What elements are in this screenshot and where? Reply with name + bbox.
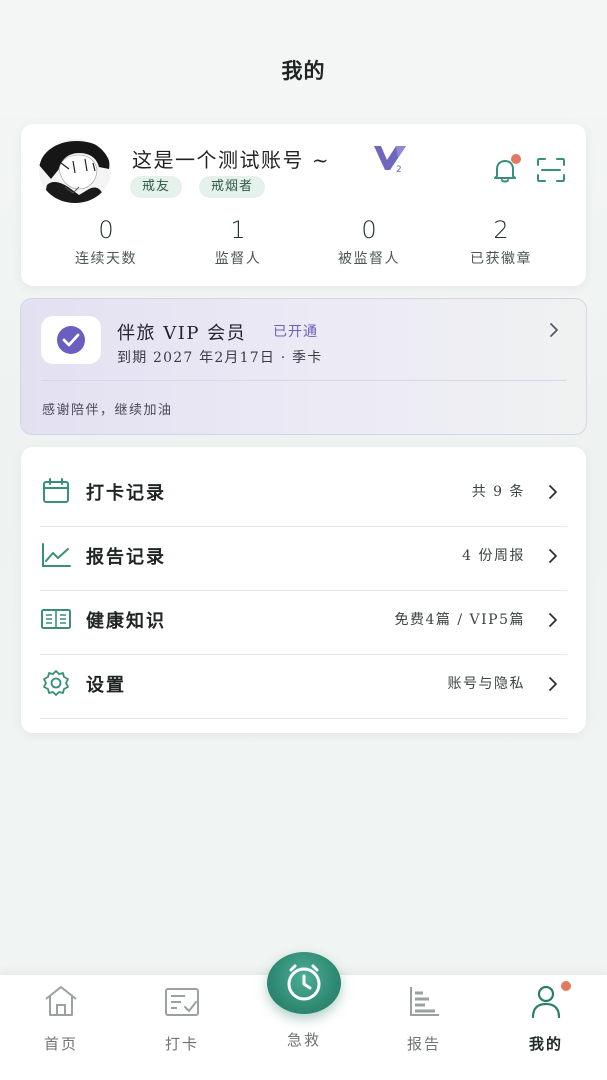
- vip-title: 伴旅 VIP 会员: [117, 323, 247, 344]
- emergency-label[interactable]: 急救: [264, 1029, 344, 1050]
- vip-thanks-note: 感谢陪伴，继续加油: [42, 403, 173, 418]
- stat-value: 0: [361, 216, 377, 244]
- avatar[interactable]: [39, 139, 111, 203]
- stat-label: 已获徽章: [470, 251, 532, 267]
- stat-supervised[interactable]: 0 被监督人: [309, 216, 429, 268]
- menu-item-settings[interactable]: 设置 账号与隐私: [40, 655, 567, 719]
- avatar-image: [39, 139, 111, 203]
- tab-report[interactable]: 报告: [384, 983, 464, 1054]
- stat-badges[interactable]: 2 已获徽章: [441, 216, 561, 268]
- page-title: 我的: [281, 58, 326, 83]
- vip-level-icon: 2: [374, 146, 406, 175]
- tab-home[interactable]: 首页: [21, 983, 101, 1054]
- username: 这是一个测试账号 ~: [132, 148, 331, 172]
- tab-label: 报告: [406, 1035, 441, 1053]
- book-icon: [41, 609, 71, 629]
- report-bars-icon: [410, 987, 439, 1016]
- menu-label: 设置: [86, 675, 126, 696]
- menu-item-report-records[interactable]: 报告记录 4 份周报: [40, 527, 567, 591]
- checkin-clipboard-icon: [165, 988, 199, 1016]
- trend-chart-icon: [42, 543, 71, 567]
- profile-card[interactable]: 这是一个测试账号 ~ 2 戒友 戒烟者 0 连续天数 1 监督人 0 被监督人 …: [21, 124, 586, 286]
- tab-checkin[interactable]: 打卡: [142, 983, 222, 1054]
- divider: [41, 380, 566, 381]
- vip-check-shield-icon: [57, 326, 85, 354]
- alarm-clock-icon: [287, 964, 321, 1001]
- menu-label: 健康知识: [86, 611, 166, 632]
- vip-level-badge[interactable]: 2: [372, 142, 408, 175]
- tab-label: 首页: [43, 1035, 78, 1053]
- vip-membership-card[interactable]: 伴旅 VIP 会员 已开通 到期 2027 年2月17日 · 季卡 感谢陪伴，继…: [20, 298, 587, 435]
- stat-value: 1: [230, 216, 246, 244]
- vip-status: 已开通: [273, 324, 318, 340]
- home-icon: [45, 986, 77, 1016]
- menu-item-health-knowledge[interactable]: 健康知识 免费4篇 / VIP5篇: [40, 591, 567, 655]
- menu-value: 账号与隐私: [447, 676, 525, 692]
- notification-dot: [511, 154, 521, 164]
- tab-label: 打卡: [164, 1035, 199, 1053]
- chevron-right-icon: [549, 613, 557, 627]
- stat-streak-days[interactable]: 0 连续天数: [46, 216, 166, 268]
- menu-value: 4 份周报: [462, 548, 525, 564]
- stat-value: 0: [98, 216, 114, 244]
- stat-value: 2: [493, 216, 509, 244]
- vip-expire-date: 到期 2027 年2月17日 · 季卡: [117, 350, 323, 366]
- chevron-right-icon: [549, 677, 557, 691]
- chevron-right-icon: [549, 485, 557, 499]
- page-header: 我的: [0, 0, 607, 118]
- stat-label: 连续天数: [75, 251, 137, 267]
- stat-label: 监督人: [214, 251, 262, 267]
- vip-icon-container: [41, 316, 101, 364]
- emergency-button[interactable]: [267, 952, 341, 1014]
- tab-label: 我的: [528, 1035, 563, 1053]
- settings-gear-icon: [43, 670, 69, 696]
- menu-card: 打卡记录 共 9 条 报告记录 4 份周报 健康知识 免费4篇 / VIP5篇: [21, 447, 586, 733]
- me-notification-dot: [561, 981, 571, 991]
- vip-level-number: 2: [396, 165, 402, 174]
- stat-label: 被监督人: [338, 251, 400, 267]
- menu-item-checkin-records[interactable]: 打卡记录 共 9 条: [40, 463, 567, 527]
- calendar-icon: [43, 478, 69, 503]
- menu-value: 免费4篇 / VIP5篇: [394, 612, 525, 628]
- scan-icon[interactable]: [536, 157, 566, 183]
- tag-quit-friend: 戒友: [130, 176, 183, 198]
- tag-quitter: 戒烟者: [199, 176, 266, 198]
- stat-supervisors[interactable]: 1 监督人: [178, 216, 298, 268]
- chevron-right-icon: [549, 549, 557, 563]
- chevron-right-icon[interactable]: [548, 321, 560, 339]
- tab-me[interactable]: 我的: [506, 983, 586, 1054]
- menu-value: 共 9 条: [471, 484, 525, 500]
- menu-label: 报告记录: [86, 547, 166, 568]
- menu-label: 打卡记录: [86, 483, 166, 504]
